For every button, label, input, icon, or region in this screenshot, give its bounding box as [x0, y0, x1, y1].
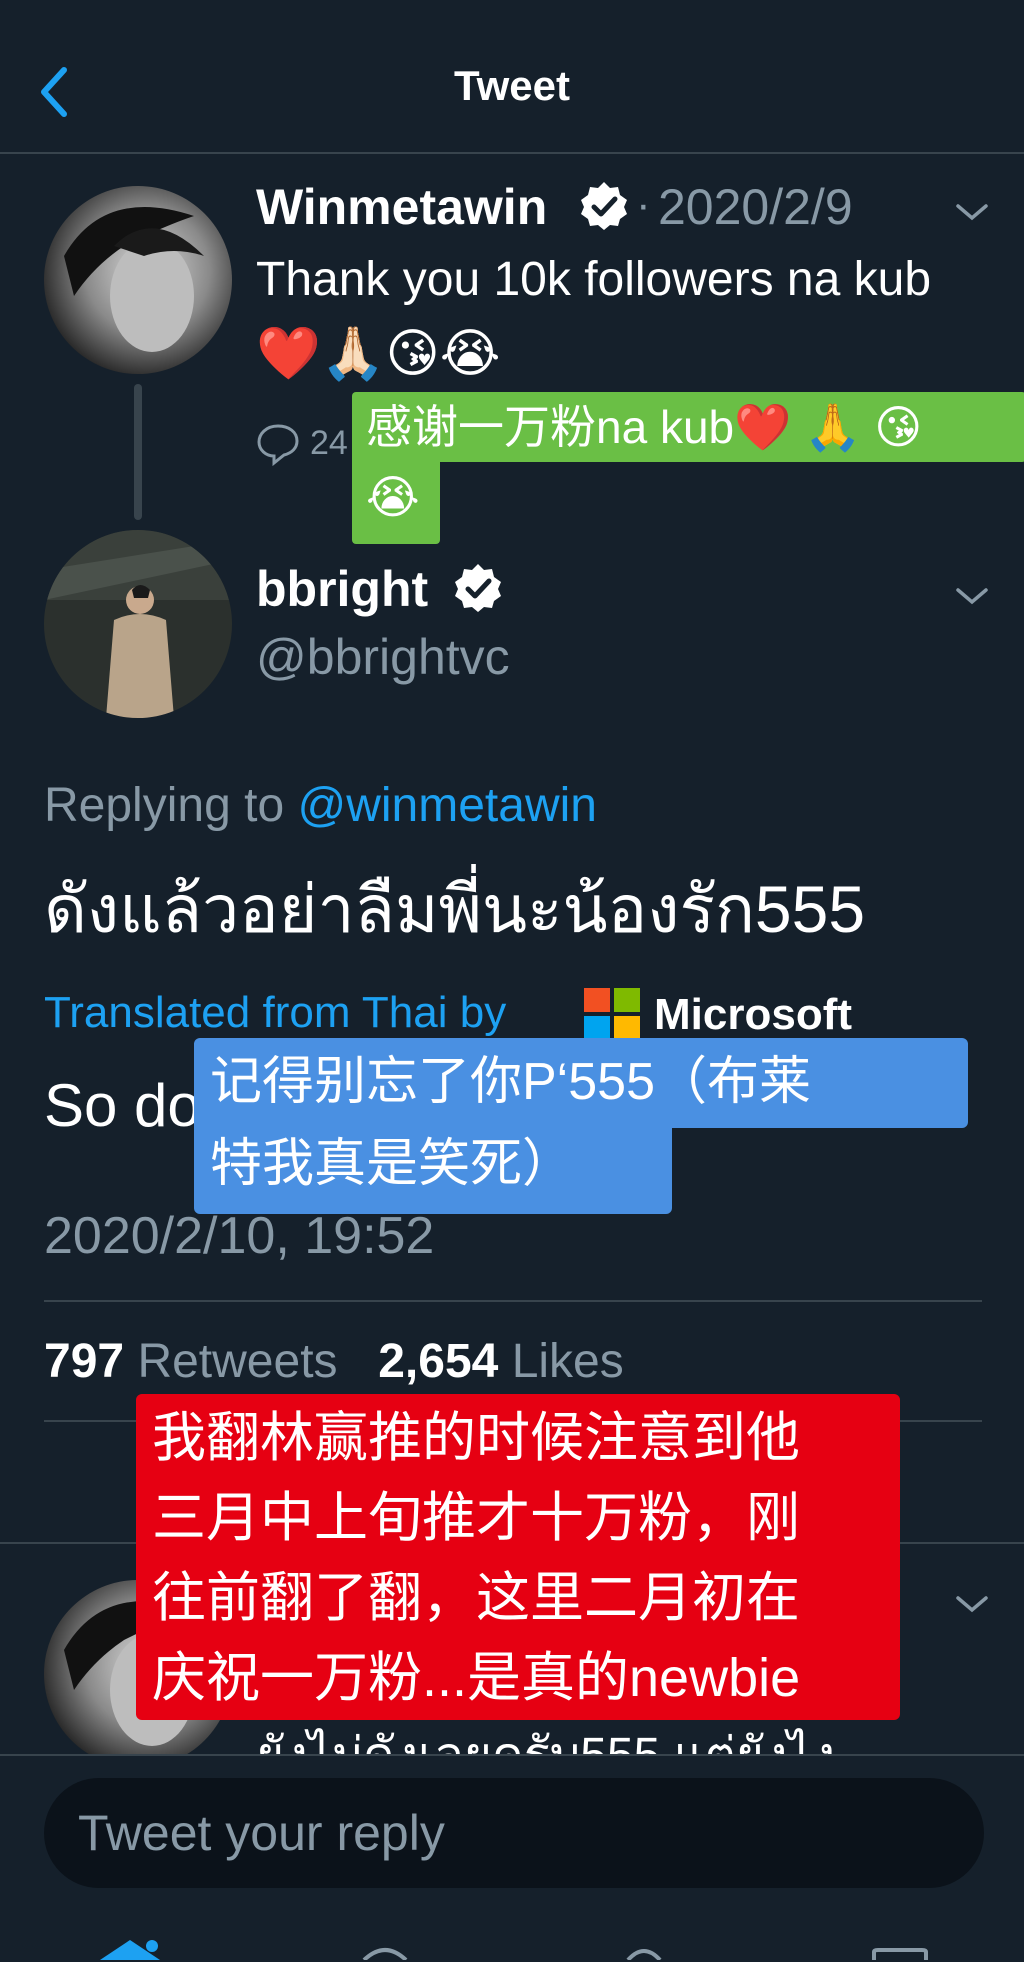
messages-icon[interactable] — [872, 1948, 928, 1960]
reply-count: 24 — [310, 424, 348, 462]
verified-badge-icon — [455, 564, 501, 612]
translated-from-label: Translated from Thai by — [44, 988, 507, 1037]
search-icon[interactable] — [360, 1946, 410, 1960]
avatar-winmetawin[interactable] — [44, 186, 232, 374]
annotation-blue-line2: 特我真是笑死） — [194, 1126, 672, 1214]
annotation-red-line4: 庆祝一万粉...是真的newbie — [152, 1648, 801, 1708]
tweet-timestamp: 2020/2/10, 19:52 — [44, 1207, 435, 1265]
avatar-bbright[interactable] — [44, 530, 232, 718]
tweet-dot: · — [636, 180, 651, 229]
verified-badge-icon — [581, 182, 627, 230]
chevron-down-icon[interactable] — [954, 584, 990, 608]
annotation-red-line2: 三月中上旬推才十万粉，刚 — [152, 1488, 800, 1548]
author-name[interactable]: bbright — [256, 560, 428, 618]
microsoft-label: Microsoft — [654, 990, 852, 1039]
annotation-green-line2: 😭 — [352, 462, 440, 544]
tweet-text: Thank you 10k followers na kub — [256, 253, 932, 306]
retweets-label[interactable]: Retweets — [137, 1335, 337, 1388]
tweet-text: ดังแล้วอย่าลืมพี่นะน้องรัก555 — [44, 872, 866, 946]
thread-connector — [134, 384, 142, 520]
replying-to: Replying to @winmetawin — [44, 778, 597, 833]
page-title: Tweet — [454, 62, 570, 109]
annotation-blue-line1: 记得别忘了你P‘555（布莱 — [194, 1038, 968, 1128]
annotation-green-line1: 感谢一万粉na kub❤️ 🙏 😘 — [352, 392, 1024, 462]
home-icon[interactable] — [100, 1940, 160, 1960]
engagement-stats: 797 Retweets 2,654 Likes — [44, 1334, 624, 1389]
author-name[interactable]: Winmetawin — [256, 178, 547, 236]
notifications-icon[interactable] — [624, 1946, 664, 1960]
tweet-emojis: ❤️🙏🏻😘😭 — [256, 325, 501, 383]
translated-from[interactable]: Translated from Thai by — [44, 988, 506, 1038]
divider — [44, 1300, 982, 1302]
translated-text: So do — [44, 1072, 201, 1139]
likes-count[interactable]: 2,654 — [378, 1335, 498, 1388]
replying-handle-link[interactable]: @winmetawin — [297, 779, 596, 832]
reply-icon[interactable] — [256, 422, 300, 466]
tweet-date[interactable]: 2020/2/9 — [658, 178, 853, 236]
annotation-red-line1: 我翻林赢推的时候注意到他 — [152, 1408, 800, 1468]
reply-input[interactable]: Tweet your reply — [44, 1778, 984, 1888]
likes-label[interactable]: Likes — [512, 1335, 624, 1388]
author-handle[interactable]: @bbrightvc — [256, 628, 510, 686]
annotation-red-line3: 往前翻了翻，这里二月初在 — [152, 1568, 800, 1628]
retweets-count[interactable]: 797 — [44, 1335, 124, 1388]
replying-prefix: Replying to — [44, 779, 298, 832]
chevron-down-icon[interactable] — [954, 200, 990, 224]
microsoft-logo-icon — [584, 988, 640, 1040]
chevron-down-icon[interactable] — [954, 1592, 990, 1616]
annotation-red: 我翻林赢推的时候注意到他 三月中上旬推才十万粉，刚 往前翻了翻，这里二月初在 庆… — [136, 1394, 900, 1720]
